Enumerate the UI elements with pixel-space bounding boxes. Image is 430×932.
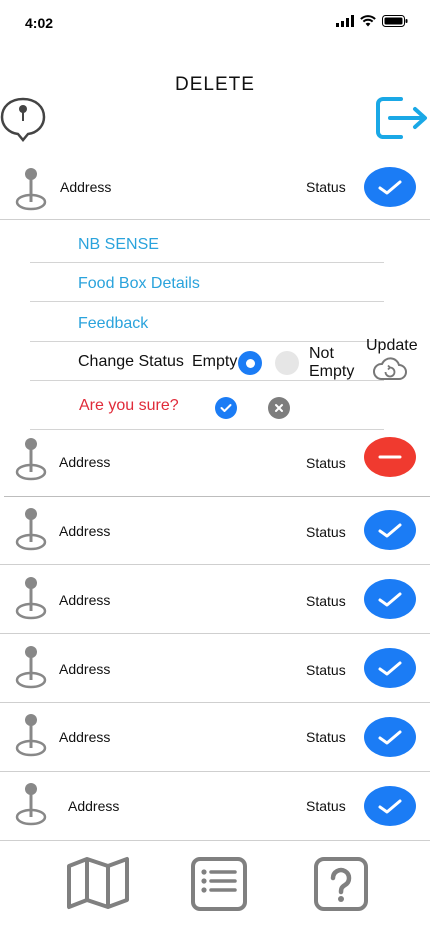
row-status-label: Status [306,179,346,195]
row-address: Address [59,729,111,745]
map-pin-icon [14,779,48,832]
row-status-label: Status [306,729,346,745]
check-icon [378,523,402,538]
radio-not-empty[interactable] [275,351,299,375]
map-pin-icon [14,573,48,626]
help-icon[interactable] [313,856,369,917]
battery-icon [382,15,408,27]
radio-empty[interactable] [238,351,262,375]
divider [0,702,430,703]
map-pin-icon [14,642,48,695]
cloud-sync-icon[interactable] [372,356,408,387]
change-status-label: Change Status [78,353,184,370]
status-icons [336,15,408,27]
check-button[interactable] [364,786,416,826]
close-icon [275,404,283,412]
row-status-label: Status [306,798,346,814]
map-icon[interactable] [66,856,130,915]
check-button[interactable] [364,648,416,688]
confirm-yes-button[interactable] [215,397,237,419]
row-address: Address [59,523,111,539]
list-item[interactable]: Address Status [0,430,430,496]
map-pin-icon [14,504,48,557]
check-icon [378,799,402,814]
row-status-label: Status [306,662,346,678]
check-icon [378,180,402,195]
list-icon[interactable] [190,856,248,917]
minus-icon [378,455,402,459]
map-pin-icon [14,434,48,487]
check-button[interactable] [364,579,416,619]
confirm-prompt: Are you sure? [79,397,179,414]
list-item[interactable]: Address Status [0,706,430,772]
divider [0,219,430,220]
divider [30,301,384,302]
divider [4,496,430,497]
map-pin-icon [14,710,48,763]
check-button[interactable] [364,510,416,550]
row-status-label: Status [306,455,346,471]
divider [30,380,384,381]
delete-button[interactable] [364,437,416,477]
check-button[interactable] [364,717,416,757]
row-status-label: Status [306,524,346,540]
row-address: Address [59,454,111,470]
list-item[interactable]: Address Status [0,500,430,566]
list-item[interactable]: Address Status [0,569,430,635]
row-address: Address [59,661,111,677]
option-not-empty-line1: Not [309,345,334,362]
divider [0,771,430,772]
menu-food-box-details[interactable]: Food Box Details [78,275,200,293]
status-bar: 4:02 [0,0,430,46]
status-time: 4:02 [25,15,54,31]
divider [30,341,384,342]
menu-nb-sense[interactable]: NB SENSE [78,236,159,254]
menu-feedback[interactable]: Feedback [78,315,148,333]
wifi-icon [360,15,376,27]
check-icon [378,592,402,607]
map-pin-icon [14,164,48,217]
row-address: Address [60,179,112,195]
check-icon [378,730,402,745]
update-label: Update [366,337,418,354]
page-title: DELETE [175,74,255,95]
row-status-label: Status [306,593,346,609]
list-item[interactable]: Address Status [0,775,430,841]
divider [0,564,430,565]
divider [30,262,384,263]
signal-icon [336,15,354,27]
check-icon [220,404,232,412]
logout-icon[interactable] [374,95,430,146]
option-empty-label: Empty [192,353,238,370]
check-icon [378,661,402,676]
confirm-no-button[interactable] [268,397,290,419]
divider [0,840,430,841]
row-address: Address [59,592,111,608]
check-button[interactable] [364,167,416,207]
divider [0,633,430,634]
map-pin-bubble-icon[interactable] [0,96,46,147]
row-address: Address [68,798,120,814]
option-not-empty-label: Not Empty [309,345,354,381]
option-not-empty-line2: Empty [309,363,355,380]
list-item[interactable]: Address Status [0,160,430,226]
list-item[interactable]: Address Status [0,638,430,704]
